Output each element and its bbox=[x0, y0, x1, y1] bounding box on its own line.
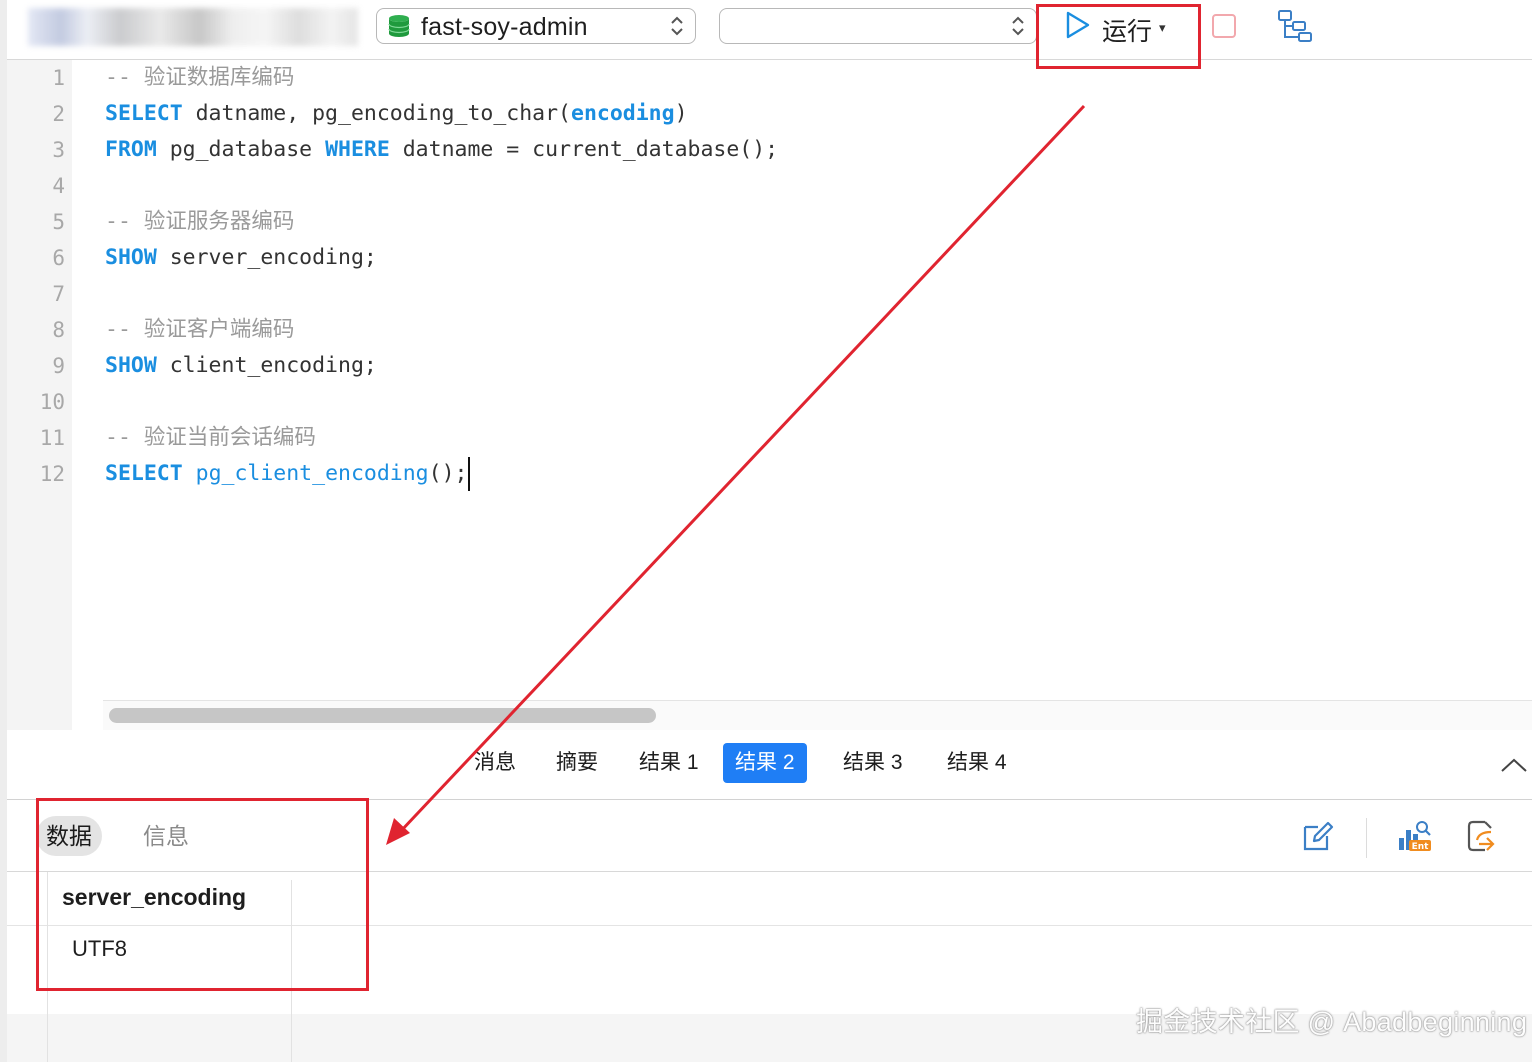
database-icon bbox=[388, 15, 410, 37]
code-line[interactable]: FROM pg_database WHERE datname = current… bbox=[105, 133, 1505, 169]
line-number: 3 bbox=[52, 138, 65, 162]
code-text: datname, pg_encoding_to_char( bbox=[182, 101, 571, 126]
select-chevrons-icon bbox=[671, 16, 683, 36]
code-function: pg_client_encoding bbox=[195, 461, 429, 486]
code-line[interactable]: SELECT datname, pg_encoding_to_char(enco… bbox=[105, 97, 1505, 133]
tab-result-3[interactable]: 结果 3 bbox=[831, 743, 915, 783]
subtab-data[interactable]: 数据 bbox=[36, 816, 102, 856]
explain-plan-icon[interactable] bbox=[1276, 9, 1314, 43]
tab-result-1[interactable]: 结果 1 bbox=[627, 743, 711, 783]
code-line[interactable]: -- 验证客户端编码 bbox=[105, 313, 1505, 349]
play-icon bbox=[1066, 11, 1090, 39]
grid-column-divider bbox=[47, 872, 48, 1062]
tab-result-2[interactable]: 结果 2 bbox=[723, 743, 807, 783]
chart-data-icon[interactable]: Ent bbox=[1397, 818, 1433, 854]
run-label: 运行 bbox=[1102, 18, 1153, 46]
schema-select[interactable] bbox=[719, 8, 1037, 44]
toolbar: fast-soy-admin 运行 ▾ bbox=[0, 0, 1532, 60]
code-line[interactable]: SHOW client_encoding; bbox=[105, 349, 1505, 385]
code-keyword: encoding bbox=[571, 101, 675, 126]
grid-cell[interactable]: UTF8 bbox=[72, 936, 127, 962]
code-line[interactable]: SELECT pg_client_encoding(); bbox=[105, 457, 1505, 493]
code-text: pg_database bbox=[156, 137, 326, 162]
code-keyword: SHOW bbox=[105, 353, 157, 378]
code-text: ) bbox=[674, 101, 688, 126]
svg-text:Ent: Ent bbox=[1412, 842, 1430, 852]
tab-messages[interactable]: 消息 bbox=[462, 743, 528, 783]
tab-result-4[interactable]: 结果 4 bbox=[935, 743, 1019, 783]
database-select-value: fast-soy-admin bbox=[421, 13, 588, 41]
line-number: 6 bbox=[52, 246, 65, 270]
code-text: datname = current_database(); bbox=[389, 137, 779, 162]
tab-summary[interactable]: 摘要 bbox=[544, 743, 610, 783]
blurred-connection-title bbox=[28, 8, 358, 46]
column-header-server-encoding[interactable]: server_encoding bbox=[62, 884, 246, 911]
database-select[interactable]: fast-soy-admin bbox=[376, 8, 696, 44]
subtab-info[interactable]: 信息 bbox=[133, 816, 199, 856]
run-dropdown-caret-icon[interactable]: ▾ bbox=[1159, 20, 1166, 36]
stop-button[interactable] bbox=[1212, 14, 1236, 38]
code-keyword: WHERE bbox=[325, 137, 390, 162]
line-number: 1 bbox=[52, 66, 65, 90]
code-keyword: SHOW bbox=[105, 245, 157, 270]
code-line[interactable] bbox=[105, 169, 1505, 205]
line-number: 2 bbox=[52, 102, 65, 126]
select-chevrons-icon bbox=[1012, 16, 1024, 36]
grid-column-divider[interactable] bbox=[291, 880, 292, 1062]
chevron-up-icon[interactable] bbox=[1499, 752, 1529, 778]
action-divider bbox=[1366, 818, 1367, 858]
line-number: 10 bbox=[39, 390, 65, 414]
code-keyword: SELECT bbox=[105, 461, 183, 486]
code-content[interactable]: -- 验证数据库编码 SELECT datname, pg_encoding_to… bbox=[105, 61, 1505, 493]
line-number: 4 bbox=[52, 174, 65, 198]
code-keyword: FROM bbox=[105, 137, 157, 162]
line-number: 7 bbox=[52, 282, 65, 306]
line-number: 9 bbox=[52, 354, 65, 378]
code-text: server_encoding; bbox=[156, 245, 377, 270]
code-text: client_encoding; bbox=[156, 353, 377, 378]
line-number: 11 bbox=[39, 426, 65, 450]
code-line[interactable] bbox=[105, 385, 1505, 421]
export-icon[interactable] bbox=[1465, 818, 1501, 854]
code-comment: -- 验证数据库编码 bbox=[105, 65, 295, 90]
code-line[interactable]: -- 验证数据库编码 bbox=[105, 61, 1505, 97]
watermark: 掘金技术社区 @ Abadbeginning bbox=[1136, 1007, 1528, 1037]
text-cursor bbox=[468, 457, 471, 491]
horizontal-scrollbar-thumb[interactable] bbox=[109, 708, 656, 723]
code-comment: -- 验证当前会话编码 bbox=[105, 425, 316, 450]
code-comment: -- 验证客户端编码 bbox=[105, 317, 295, 342]
code-line[interactable]: -- 验证当前会话编码 bbox=[105, 421, 1505, 457]
edit-icon[interactable] bbox=[1300, 818, 1336, 854]
code-comment: -- 验证服务器编码 bbox=[105, 209, 295, 234]
line-numbers: 1 2 3 4 5 6 7 8 9 10 11 12 bbox=[7, 61, 65, 493]
code-line[interactable] bbox=[105, 277, 1505, 313]
run-button[interactable]: 运行 ▾ bbox=[1064, 8, 1184, 46]
code-keyword: SELECT bbox=[105, 101, 183, 126]
code-line[interactable]: SHOW server_encoding; bbox=[105, 241, 1505, 277]
line-number: 12 bbox=[39, 462, 65, 486]
line-number: 5 bbox=[52, 210, 65, 234]
code-text: (); bbox=[428, 461, 468, 486]
window-left-edge bbox=[0, 0, 7, 1062]
line-number: 8 bbox=[52, 318, 65, 342]
code-line[interactable]: -- 验证服务器编码 bbox=[105, 205, 1505, 241]
